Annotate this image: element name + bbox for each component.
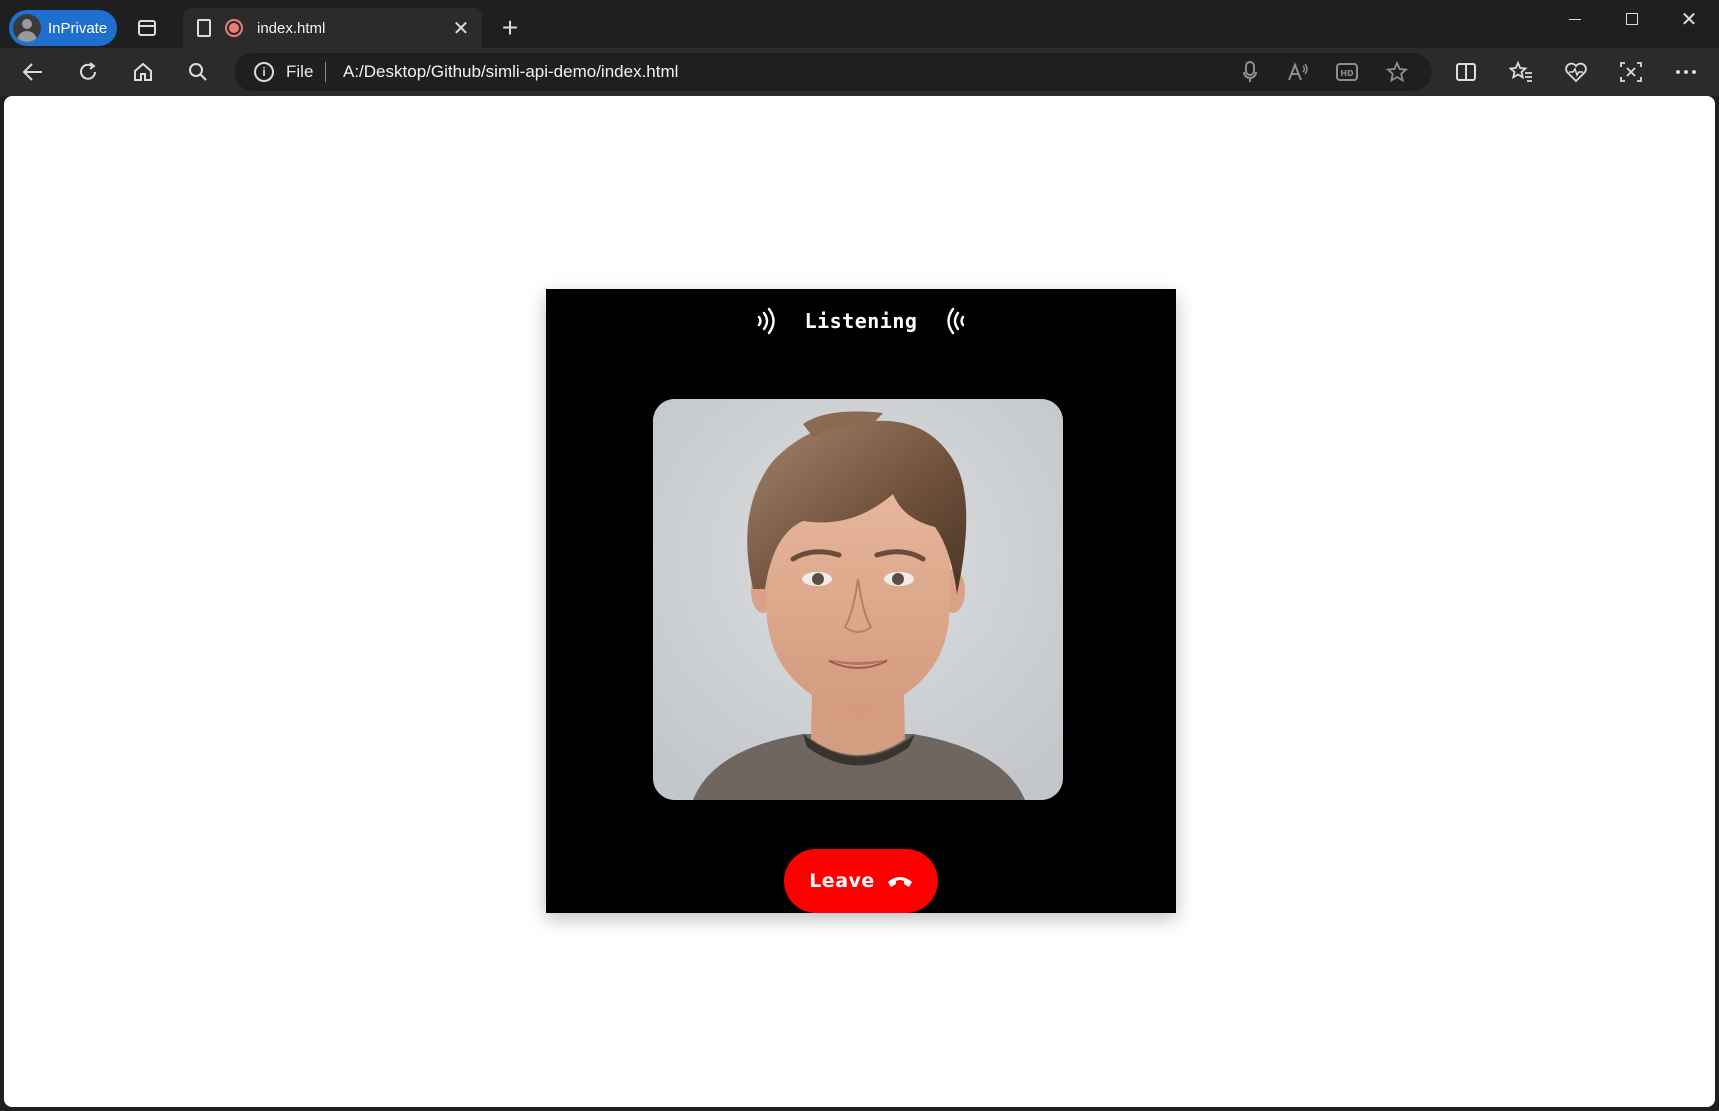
title-bar: InPrivate index.html ✕ + ✕ [0, 0, 1719, 48]
browser-toolbar: i File A:/Desktop/Github/simli-api-demo/… [0, 48, 1719, 96]
microphone-icon[interactable] [1234, 57, 1266, 87]
hd-icon[interactable]: HD [1331, 57, 1363, 87]
sound-wave-left-icon [947, 307, 965, 335]
screenshot-icon[interactable] [1613, 55, 1649, 89]
hang-up-phone-icon [887, 877, 912, 887]
split-screen-icon[interactable] [1448, 55, 1484, 89]
maximize-button[interactable] [1609, 4, 1655, 34]
more-icon[interactable] [1668, 55, 1704, 89]
tab-index[interactable]: index.html ✕ [183, 8, 482, 48]
inprivate-label: InPrivate [48, 19, 108, 37]
address-url[interactable]: A:/Desktop/Github/simli-api-demo/index.h… [343, 62, 678, 82]
search-icon[interactable] [180, 55, 216, 89]
leave-label: Leave [809, 870, 875, 892]
tab-actions-icon [138, 20, 156, 36]
address-scheme: File [286, 62, 314, 81]
avatar-portrait [653, 399, 1063, 800]
page-viewport: Listening Leave [4, 96, 1715, 1107]
favorite-star-icon[interactable] [1381, 57, 1413, 87]
close-window-icon: ✕ [1680, 8, 1698, 31]
inprivate-profile-button[interactable]: InPrivate [9, 10, 117, 46]
tab-actions-button[interactable] [132, 14, 162, 42]
tab-title: index.html [257, 19, 326, 37]
home-icon[interactable] [125, 55, 161, 89]
status-label: Listening [804, 309, 918, 333]
svg-text:HD: HD [1340, 69, 1354, 78]
sound-wave-right-icon [757, 307, 775, 335]
favorites-icon[interactable] [1503, 55, 1539, 89]
browser-essentials-icon[interactable] [1558, 55, 1594, 89]
maximize-icon [1626, 13, 1638, 25]
new-tab-icon[interactable]: + [494, 12, 526, 44]
back-icon[interactable] [15, 55, 51, 89]
address-bar[interactable]: i File A:/Desktop/Github/simli-api-demo/… [234, 53, 1432, 91]
listening-status: Listening [546, 305, 1176, 337]
read-aloud-icon[interactable] [1282, 57, 1314, 87]
address-separator [325, 62, 326, 82]
refresh-icon[interactable] [70, 55, 106, 89]
call-card: Listening Leave [546, 289, 1176, 913]
info-icon[interactable]: i [254, 62, 274, 82]
profile-avatar-icon [13, 14, 41, 42]
close-tab-icon[interactable]: ✕ [446, 13, 476, 43]
minimize-icon [1569, 18, 1581, 20]
close-window-button[interactable]: ✕ [1666, 4, 1712, 34]
avatar-video [653, 399, 1063, 800]
leave-button[interactable]: Leave [784, 849, 938, 913]
recording-icon [225, 19, 243, 37]
page-icon [197, 19, 211, 37]
minimize-button[interactable] [1552, 4, 1598, 34]
